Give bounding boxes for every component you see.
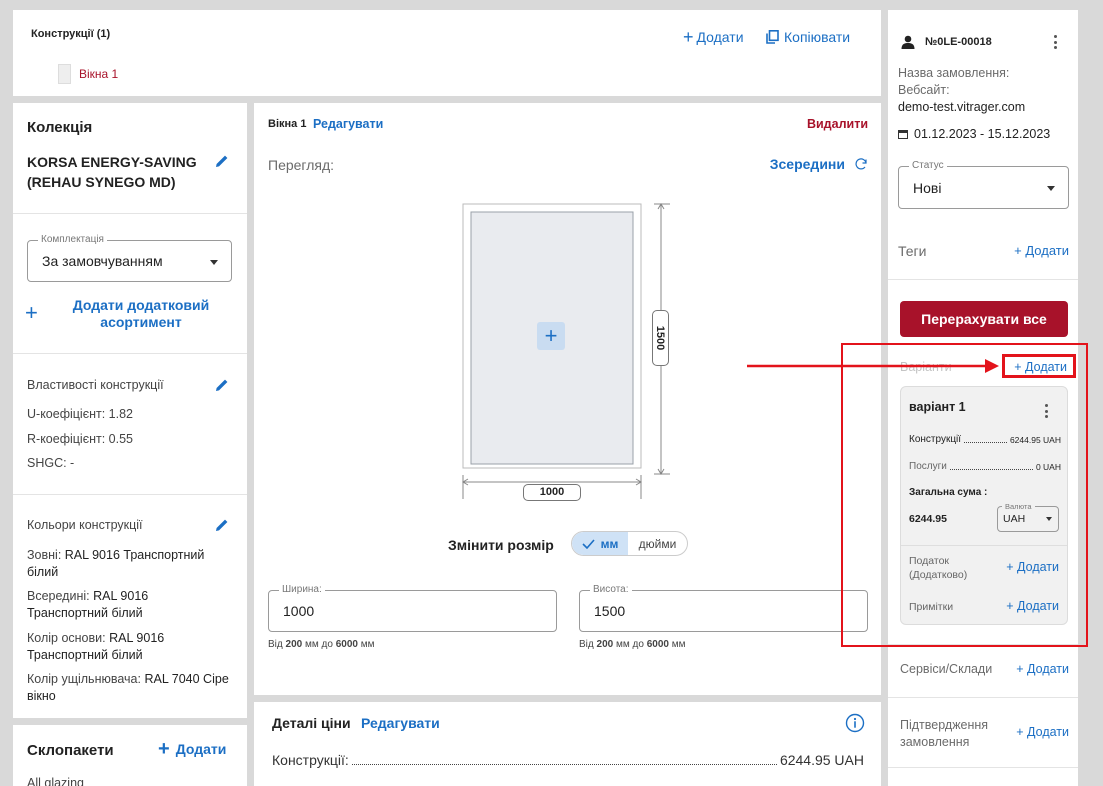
window-thumbnail-icon — [58, 64, 71, 84]
width-range-hint: Від 200 мм до 6000 мм — [268, 639, 375, 650]
collection-panel: Колекція KORSA ENERGY-SAVING (REHAU SYNE… — [13, 103, 247, 718]
constructions-bar: Конструкції (1) Вікна 1 + Додати Копіюва… — [13, 10, 881, 96]
chevron-down-icon — [1047, 186, 1055, 191]
unit-inch-option[interactable]: дюйми — [628, 532, 687, 555]
construction-item-label: Вікна 1 — [79, 67, 119, 81]
height-input[interactable]: Висота: 1500 — [579, 584, 868, 632]
divider — [888, 697, 1078, 698]
colors-title: Кольори конструкції — [27, 518, 143, 532]
website-value: demo-test.vitrager.com — [898, 100, 1026, 114]
divider — [13, 353, 247, 354]
order-number: №0LE-00018 — [925, 36, 992, 48]
edit-price-link[interactable]: Редагувати — [361, 715, 440, 731]
calendar-icon — [898, 130, 908, 139]
copy-construction-button[interactable]: Копіювати — [766, 29, 850, 45]
height-range-hint: Від 200 мм до 6000 мм — [579, 639, 686, 650]
tags-label: Теги — [898, 243, 927, 259]
dates-row: 01.12.2023 - 15.12.2023 — [898, 127, 1050, 141]
prop-line: U-коефіцієнт: 1.82 — [27, 407, 133, 421]
recalculate-all-button[interactable]: Перерахувати все — [900, 301, 1068, 337]
prop-line: R-коефіцієнт: 0.55 — [27, 432, 133, 446]
height-dimension-label[interactable]: 1500 — [652, 310, 669, 366]
add-confirmation-button[interactable]: + Додати — [1016, 725, 1069, 739]
collection-name: KORSA ENERGY-SAVING (REHAU SYNEGO MD) — [27, 154, 197, 190]
add-construction-button[interactable]: + Додати — [683, 27, 744, 47]
info-icon[interactable] — [845, 713, 865, 733]
glazing-title: Склопакети — [27, 742, 114, 759]
glazing-item[interactable]: All glazing — [27, 776, 84, 786]
copy-icon — [766, 30, 779, 44]
constructions-title: Конструкції (1) — [31, 28, 111, 40]
divider — [13, 213, 247, 214]
price-line: Конструкції: 6244.95 UAH — [272, 752, 864, 768]
prop-line: SHGC: - — [27, 456, 75, 470]
confirm-label: Підтвердження замовлення — [900, 718, 989, 749]
config-select[interactable]: Комплектація За замовчуванням — [27, 234, 232, 282]
divider — [888, 279, 1078, 280]
add-sash-button[interactable]: + — [537, 322, 565, 350]
plus-icon: + — [158, 738, 170, 760]
preview-label: Перегляд: — [268, 157, 335, 173]
user-icon — [901, 35, 915, 49]
color-line: Зовні: RAL 9016 Транспортний білий — [27, 548, 205, 579]
divider — [888, 767, 1078, 768]
price-details-title: Деталі ціни — [272, 715, 351, 731]
color-line: Колір ущільнювача: RAL 7040 Сіре вікно — [27, 672, 229, 703]
props-title: Властивості конструкції — [27, 378, 164, 392]
editor-panel: Вікна 1 Редагувати Видалити Перегляд: Зс… — [254, 103, 881, 695]
plus-icon: + — [544, 323, 558, 348]
highlight-box-variants — [841, 343, 1088, 647]
divider — [13, 494, 247, 495]
color-line: Колір основи: RAL 9016 Транспортний біли… — [27, 631, 165, 662]
chevron-down-icon — [210, 260, 218, 265]
more-options-icon[interactable] — [1054, 35, 1058, 52]
add-assortment-button[interactable]: Додати додатковий асортимент — [61, 297, 221, 331]
annotation-arrow-icon — [747, 359, 999, 373]
construction-item[interactable]: Вікна 1 — [58, 64, 118, 84]
price-details-panel: Деталі ціни Редагувати Конструкції: 6244… — [254, 702, 881, 786]
add-tag-button[interactable]: + Додати — [1014, 243, 1069, 258]
width-dimension-label[interactable]: 1000 — [523, 484, 581, 501]
delete-construction-link[interactable]: Видалити — [807, 117, 868, 131]
view-mode-toggle[interactable]: Зсередини — [770, 156, 868, 172]
add-assortment-plus-icon[interactable]: + — [25, 302, 38, 324]
add-glazing-button[interactable]: + Додати — [158, 738, 226, 760]
unit-toggle[interactable]: мм дюйми — [571, 531, 688, 556]
width-input[interactable]: Ширина: 1000 — [268, 584, 557, 632]
collection-heading: Колекція — [27, 119, 93, 136]
highlight-box-add-variant — [1002, 354, 1076, 378]
edit-construction-link[interactable]: Редагувати — [313, 117, 383, 131]
website-label: Вебсайт: — [898, 83, 950, 97]
glazing-panel: Склопакети + Додати All glazing — [13, 725, 247, 786]
plus-icon: + — [683, 27, 694, 47]
check-icon — [582, 538, 595, 549]
status-select[interactable]: Статус Нові — [898, 160, 1069, 209]
unit-mm-option[interactable]: мм — [572, 532, 628, 555]
services-label: Сервіси/Склади — [900, 662, 993, 676]
refresh-icon — [855, 158, 867, 170]
resize-label: Змінити розмір — [448, 537, 554, 553]
add-service-button[interactable]: + Додати — [1016, 662, 1069, 676]
edit-collection-pencil-icon[interactable] — [214, 153, 230, 169]
order-name-label: Назва замовлення: — [898, 66, 1010, 80]
color-line: Всередині: RAL 9016 Транспортний білий — [27, 589, 149, 620]
edit-props-pencil-icon[interactable] — [214, 377, 230, 393]
editor-item-label: Вікна 1 — [268, 118, 307, 130]
edit-colors-pencil-icon[interactable] — [214, 517, 230, 533]
